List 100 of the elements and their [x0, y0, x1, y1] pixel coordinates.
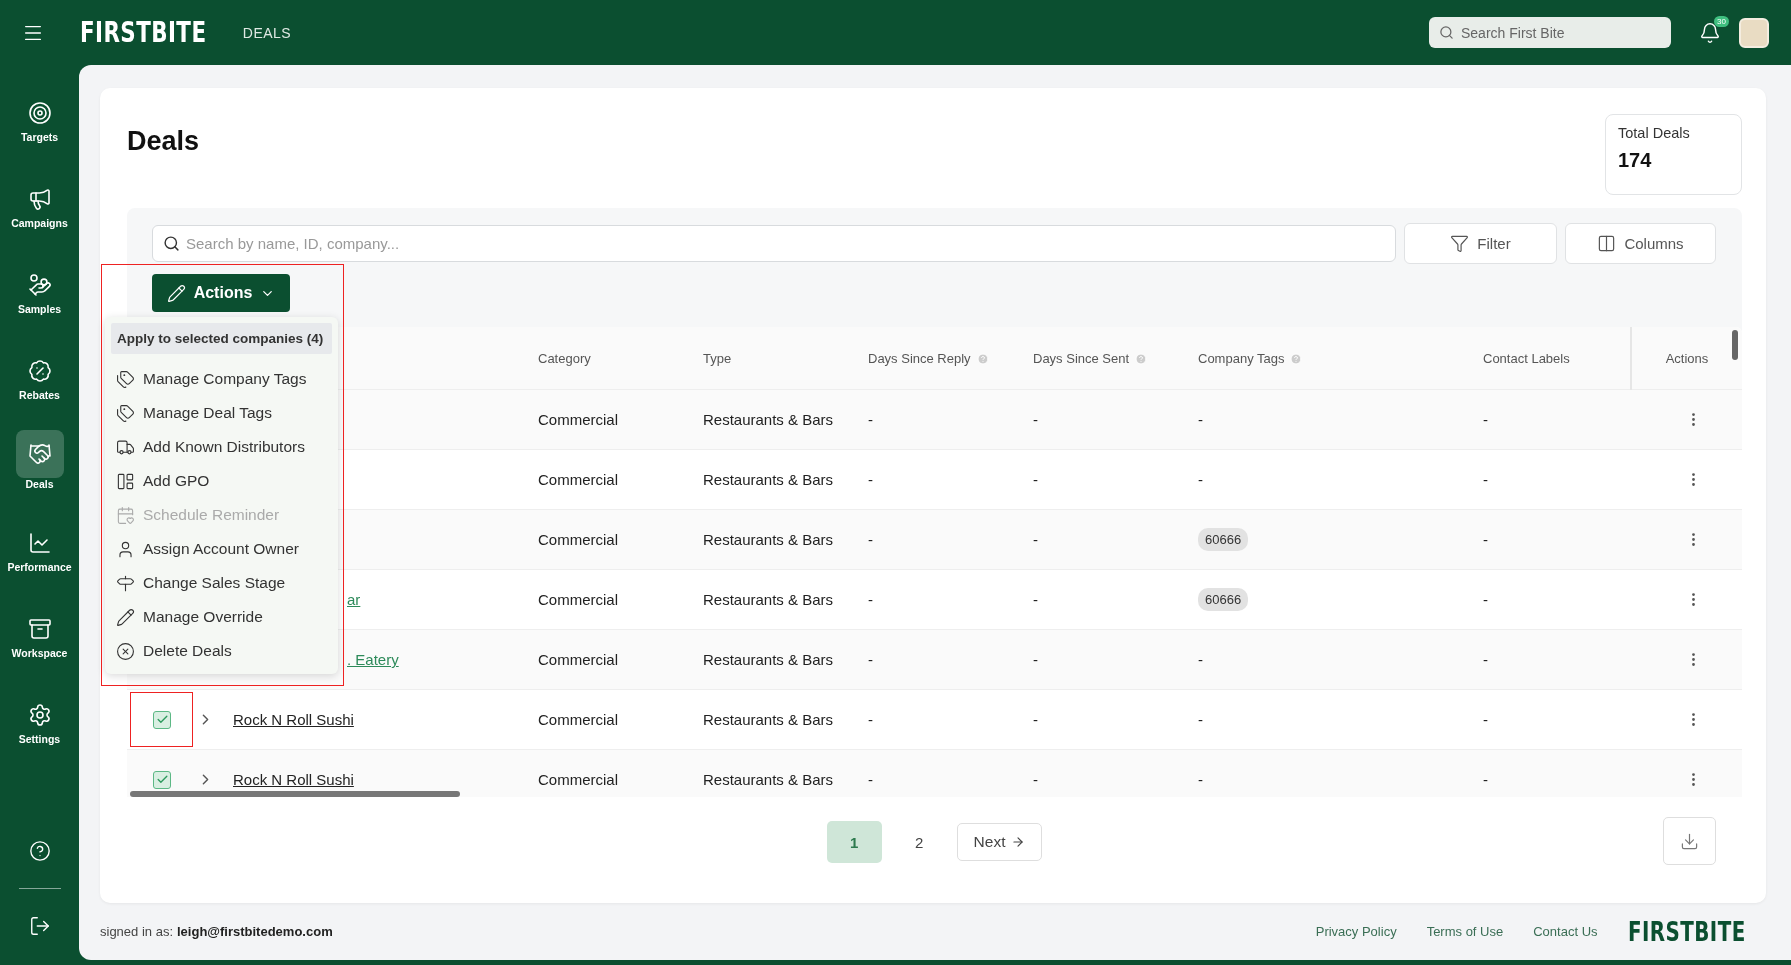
highlight-frame: [130, 692, 193, 747]
footer-link[interactable]: Terms of Use: [1426, 924, 1504, 940]
archive-icon: [27, 617, 52, 641]
help-icon: [1290, 352, 1303, 365]
table-cell-text: -: [1197, 411, 1204, 428]
logo: FIRSTBITE: [80, 16, 207, 49]
row-checkbox[interactable]: [153, 710, 171, 729]
sidebar-item[interactable]: Deals: [4, 417, 75, 503]
table-cell-text: -: [1197, 471, 1204, 488]
menu-item[interactable]: Manage Deal Tags: [111, 396, 332, 430]
avatar[interactable]: [1739, 17, 1769, 48]
sidebar-item[interactable]: Workspace: [4, 589, 75, 675]
columns-button[interactable]: Columns: [1565, 223, 1716, 264]
table-cell-text: -: [1197, 771, 1204, 788]
help-icon[interactable]: [28, 840, 51, 862]
column-header[interactable]: Category: [533, 351, 698, 366]
sidebar-item[interactable]: Targets: [4, 73, 75, 159]
column-header[interactable]: Contact Labels: [1478, 351, 1630, 366]
megaphone-icon: [27, 187, 52, 211]
table-cell-text: Restaurants & Bars: [702, 531, 835, 548]
company-link[interactable]: Rock N Roll Sushi: [227, 711, 354, 728]
table-cell-text: Commercial: [537, 651, 619, 668]
sidebar-item[interactable]: Rebates: [4, 331, 75, 417]
table-cell-text: -: [1482, 591, 1489, 608]
menu-item[interactable]: Manage Override: [111, 600, 332, 634]
download-icon: [1680, 831, 1699, 851]
table-cell-text: -: [867, 531, 874, 548]
sidebar-item[interactable]: Settings: [4, 675, 75, 761]
row-checkbox[interactable]: [153, 770, 171, 789]
column-header[interactable]: Company Tags: [1193, 351, 1478, 366]
table-cell-text: -: [1032, 531, 1039, 548]
table-cell-text: -: [1032, 771, 1039, 788]
table-cell-text: -: [1032, 711, 1039, 728]
percent-badge-icon: [27, 359, 52, 383]
table-cell-text: Commercial: [537, 531, 619, 548]
total-label: Total Deals: [1618, 125, 1691, 141]
table-cell-text: -: [1482, 411, 1489, 428]
column-header[interactable]: Type: [698, 351, 863, 366]
notification-badge: 30: [1714, 15, 1729, 27]
table-cell-text: Restaurants & Bars: [702, 771, 835, 788]
sidebar-item[interactable]: Campaigns: [4, 159, 75, 245]
menu-item[interactable]: Delete Deals: [111, 634, 332, 668]
column-header[interactable]: Days Since Sent: [1028, 351, 1193, 366]
menu-item[interactable]: Add GPO: [111, 464, 332, 498]
pencil-icon: [166, 283, 186, 303]
table-cell-text: Commercial: [537, 591, 619, 608]
menu-item[interactable]: Manage Company Tags: [111, 362, 332, 396]
table-cell-text: -: [867, 711, 874, 728]
company-link[interactable]: Rock N Roll Sushi: [227, 771, 354, 788]
page-button[interactable]: 2: [891, 821, 947, 863]
search-icon: [163, 235, 180, 252]
columns-icon: [1597, 234, 1617, 253]
scrollbar-thumb[interactable]: [1732, 330, 1738, 360]
actions-button[interactable]: Actions: [152, 274, 290, 312]
menu-item[interactable]: Add Known Distributors: [111, 430, 332, 464]
tags-icon: [116, 403, 135, 423]
section-title: DEALS: [242, 24, 292, 41]
search-icon: [1439, 25, 1454, 40]
table-cell-text: -: [1482, 471, 1489, 488]
footer-link[interactable]: Privacy Policy: [1315, 924, 1397, 940]
table-cell-text: -: [867, 471, 874, 488]
page-button[interactable]: 1: [826, 821, 882, 863]
arrow-right-icon: [1011, 835, 1026, 849]
table-cell-text: Restaurants & Bars: [702, 471, 835, 488]
hand-coins-icon: [27, 273, 52, 297]
logout-icon[interactable]: [28, 915, 51, 937]
menu-item[interactable]: Assign Account Owner: [111, 532, 332, 566]
line-chart-icon: [27, 531, 52, 555]
tags-icon: [116, 369, 135, 389]
sidebar-item[interactable]: Performance: [4, 503, 75, 589]
help-icon: [1135, 352, 1148, 365]
page-title: Deals: [127, 126, 200, 157]
menu-item[interactable]: Change Sales Stage: [111, 566, 332, 600]
search-field[interactable]: Search First Bite: [1429, 17, 1671, 48]
table-cell-text: -: [1482, 711, 1489, 728]
sidebar-item[interactable]: Samples: [4, 245, 75, 331]
table-cell-text: Commercial: [537, 711, 619, 728]
pencil-icon: [116, 607, 135, 627]
target-icon: [27, 101, 52, 125]
table-cell-text: -: [867, 651, 874, 668]
calendar-icon: [116, 505, 135, 525]
next-button[interactable]: Next: [956, 823, 1043, 861]
filter-icon: [1450, 234, 1470, 253]
scrollbar-thumb[interactable]: [130, 791, 460, 797]
table-cell-text: Restaurants & Bars: [702, 411, 835, 428]
table-cell-text: -: [867, 411, 874, 428]
filter-button[interactable]: Filter: [1404, 223, 1557, 264]
panel-icon: [116, 471, 135, 491]
tag-chip: 60666: [1198, 528, 1249, 551]
table-cell-text: Restaurants & Bars: [702, 591, 835, 608]
table-cell-text: -: [1032, 471, 1039, 488]
table-cell-text: Restaurants & Bars: [702, 651, 835, 668]
column-header[interactable]: Days Since Reply: [863, 351, 1028, 366]
table-cell-text: Commercial: [537, 471, 619, 488]
user-icon: [116, 539, 135, 559]
menu-header: Apply to selected companies (4): [111, 323, 332, 354]
check-icon: [155, 773, 169, 786]
footer-link[interactable]: Contact Us: [1533, 924, 1598, 940]
table-cell-text: -: [1197, 651, 1204, 668]
table-cell-text: -: [867, 591, 874, 608]
